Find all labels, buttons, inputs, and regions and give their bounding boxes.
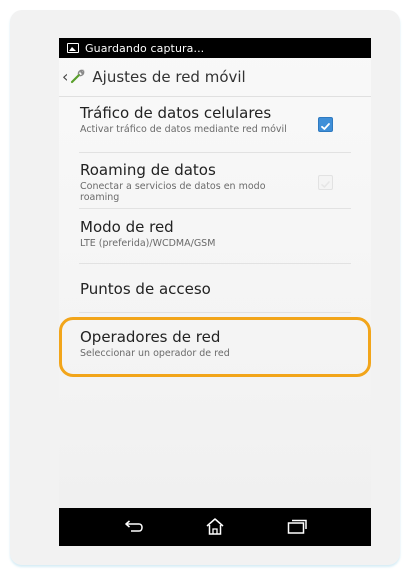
status-text: Guardando captura... (85, 41, 205, 55)
setting-title: Modo de red (80, 218, 174, 236)
back-arrow-icon[interactable] (121, 517, 145, 537)
phone-screen: Guardando captura... ‹ Ajustes de red mó… (59, 38, 371, 546)
setting-summary: Conectar a servicios de datos en modo ro… (80, 181, 266, 203)
action-bar: ‹ Ajustes de red móvil (59, 58, 371, 97)
divider (79, 263, 351, 264)
status-bar: Guardando captura... (59, 38, 371, 58)
screenshot-image-icon (67, 43, 79, 53)
check-icon (321, 181, 330, 188)
page: Guardando captura... ‹ Ajustes de red mó… (0, 0, 409, 577)
highlight-frame (59, 317, 371, 377)
check-icon (321, 123, 330, 130)
setting-access-points[interactable]: Puntos de acceso (59, 280, 371, 298)
setting-summary: Activar tráfico de datos mediante red mó… (80, 124, 287, 135)
setting-title: Puntos de acceso (80, 280, 211, 298)
setting-summary: LTE (preferida)/WCDMA/GSM (80, 238, 216, 249)
setting-network-mode[interactable]: Modo de red LTE (preferida)/WCDMA/GSM (59, 218, 371, 249)
divider (79, 312, 351, 313)
data-roaming-checkbox[interactable] (318, 175, 333, 190)
wrench-icon[interactable] (70, 68, 86, 88)
home-icon[interactable] (203, 517, 227, 537)
recent-apps-icon[interactable] (285, 517, 309, 537)
divider (79, 208, 351, 209)
page-title: Ajustes de red móvil (92, 68, 246, 86)
chevron-left-icon[interactable]: ‹ (62, 69, 68, 85)
divider (79, 152, 351, 153)
navigation-bar (59, 508, 371, 546)
mobile-data-checkbox[interactable] (318, 117, 333, 132)
